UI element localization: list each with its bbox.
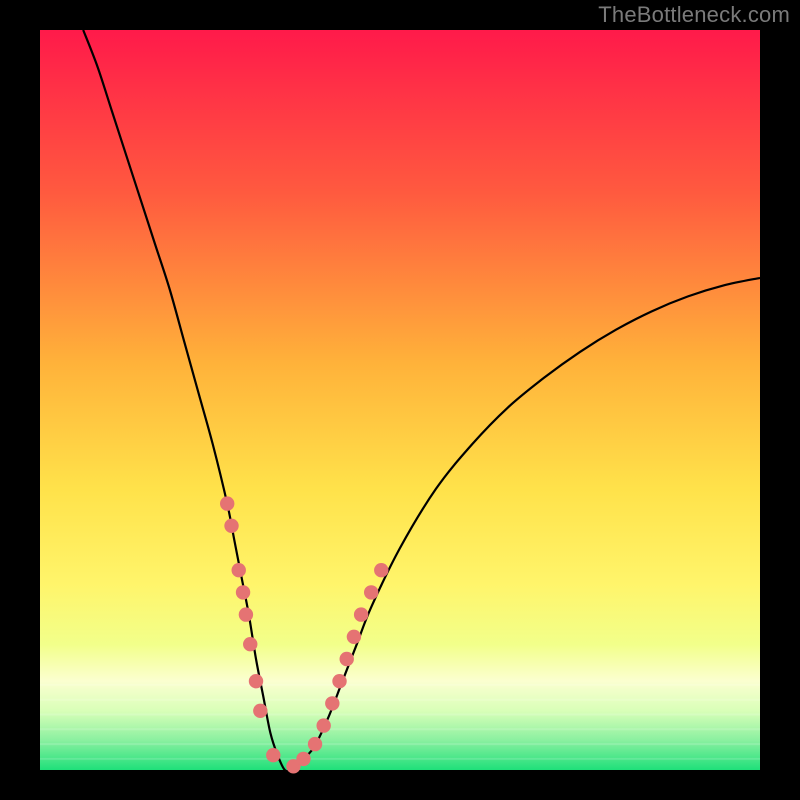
curve-dot (243, 637, 257, 651)
curve-dot (332, 674, 346, 688)
curve-dot (220, 496, 234, 510)
curve-dot (236, 585, 250, 599)
plot-area (40, 30, 760, 770)
bottleneck-chart (0, 0, 800, 800)
curve-dot (325, 696, 339, 710)
curve-dot (266, 748, 280, 762)
curve-dot (296, 752, 310, 766)
curve-dot (232, 563, 246, 577)
watermark-text: TheBottleneck.com (598, 2, 790, 28)
curve-dot (354, 607, 368, 621)
curve-dot (239, 607, 253, 621)
curve-dot (374, 563, 388, 577)
curve-dot (224, 519, 238, 533)
curve-dot (347, 630, 361, 644)
curve-dot (364, 585, 378, 599)
curve-dot (340, 652, 354, 666)
curve-dot (253, 704, 267, 718)
curve-dot (308, 737, 322, 751)
chart-stage: TheBottleneck.com (0, 0, 800, 800)
curve-dot (249, 674, 263, 688)
curve-dot (316, 718, 330, 732)
